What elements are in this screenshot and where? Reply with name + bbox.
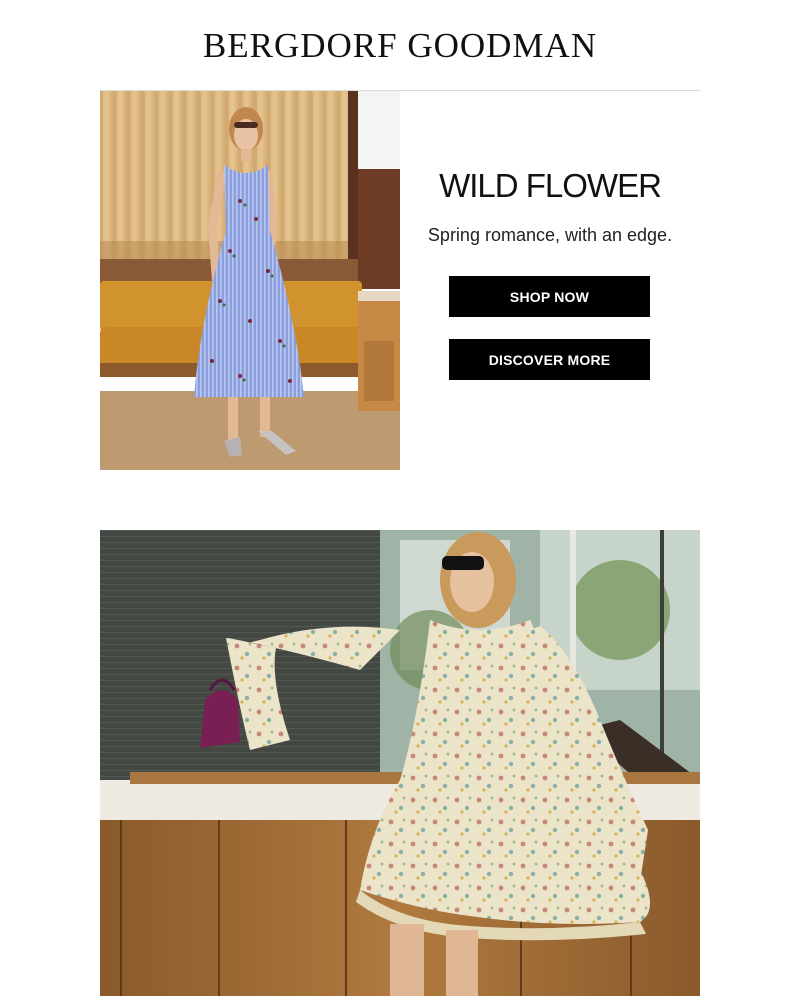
promo-headline: WILD FLOWER xyxy=(439,167,662,204)
brand-logo[interactable]: BERGDORF GOODMAN xyxy=(0,26,800,66)
shop-now-button[interactable]: SHOP NOW xyxy=(449,276,650,317)
hero-image-floral-dress[interactable] xyxy=(100,530,700,996)
hero-image-blue-dress[interactable] xyxy=(100,91,400,470)
discover-more-button[interactable]: DISCOVER MORE xyxy=(449,339,650,380)
promo-subhead: Spring romance, with an edge. xyxy=(427,225,673,245)
promo-panel: WILD FLOWER Spring romance, with an edge… xyxy=(400,91,700,470)
